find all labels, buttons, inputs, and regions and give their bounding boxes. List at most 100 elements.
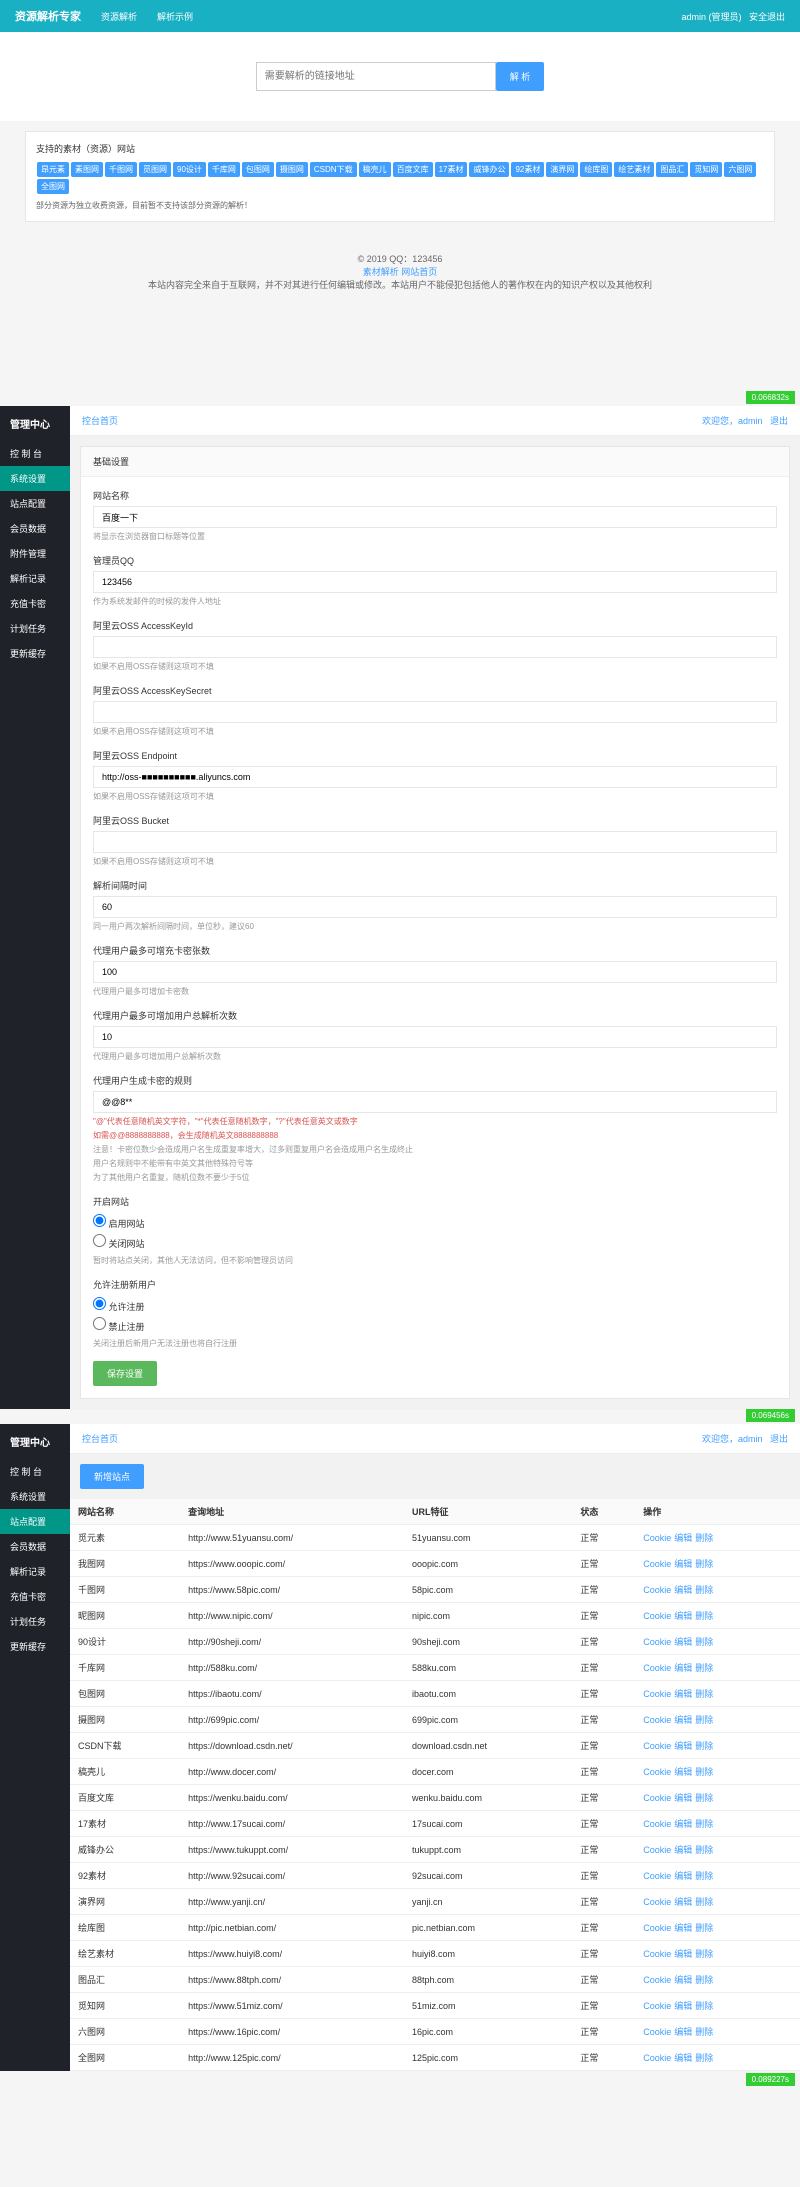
text-input[interactable] [93,506,777,528]
action-删除[interactable]: 删除 [695,1559,713,1569]
action-Cookie[interactable]: Cookie [643,1715,671,1725]
tag[interactable]: 图品汇 [656,162,688,177]
add-site-button[interactable]: 新增站点 [80,1464,144,1489]
action-Cookie[interactable]: Cookie [643,1845,671,1855]
action-删除[interactable]: 删除 [695,1845,713,1855]
sidebar-item[interactable]: 更新缓存 [0,1634,70,1659]
action-删除[interactable]: 删除 [695,1897,713,1907]
tag[interactable]: 百度文库 [393,162,433,177]
sidebar-item[interactable]: 附件管理 [0,541,70,566]
action-编辑[interactable]: 编辑 [674,1871,692,1881]
action-Cookie[interactable]: Cookie [643,1897,671,1907]
action-删除[interactable]: 删除 [695,1663,713,1673]
tag[interactable]: 素图网 [71,162,103,177]
action-删除[interactable]: 删除 [695,1585,713,1595]
action-编辑[interactable]: 编辑 [674,2027,692,2037]
action-删除[interactable]: 删除 [695,1819,713,1829]
action-删除[interactable]: 删除 [695,1793,713,1803]
tag[interactable]: 威锋办公 [469,162,509,177]
action-Cookie[interactable]: Cookie [643,2001,671,2011]
action-编辑[interactable]: 编辑 [674,1793,692,1803]
crumb-logout[interactable]: 退出 [770,1434,788,1444]
action-Cookie[interactable]: Cookie [643,1923,671,1933]
nav-parse[interactable]: 资源解析 [101,10,137,23]
action-Cookie[interactable]: Cookie [643,1975,671,1985]
action-Cookie[interactable]: Cookie [643,2027,671,2037]
tag[interactable]: 昂元素 [37,162,69,177]
action-Cookie[interactable]: Cookie [643,1819,671,1829]
text-input[interactable] [93,571,777,593]
tag[interactable]: 稿壳儿 [359,162,391,177]
tag[interactable]: 六图网 [724,162,756,177]
text-input[interactable] [93,1091,777,1113]
footer-links[interactable]: 素材解析 网站首页 [363,267,438,277]
radio-enable[interactable]: 启用网站 [93,1212,777,1232]
tag[interactable]: 17素材 [435,162,468,177]
action-编辑[interactable]: 编辑 [674,1533,692,1543]
crumb-welcome[interactable]: 欢迎您，admin [702,1434,763,1444]
sidebar-item[interactable]: 计划任务 [0,1609,70,1634]
tag[interactable]: 90设计 [173,162,206,177]
action-编辑[interactable]: 编辑 [674,1845,692,1855]
action-编辑[interactable]: 编辑 [674,1819,692,1829]
sidebar-item[interactable]: 解析记录 [0,1559,70,1584]
tag[interactable]: 绘艺素材 [614,162,654,177]
action-Cookie[interactable]: Cookie [643,1533,671,1543]
tag[interactable]: 觅知网 [690,162,722,177]
action-删除[interactable]: 删除 [695,1533,713,1543]
tag[interactable]: 绘库图 [580,162,612,177]
action-删除[interactable]: 删除 [695,1741,713,1751]
save-button[interactable]: 保存设置 [93,1361,157,1386]
tag[interactable]: CSDN下载 [310,162,357,177]
sidebar-item[interactable]: 会员数据 [0,1534,70,1559]
sidebar-item[interactable]: 充值卡密 [0,1584,70,1609]
action-删除[interactable]: 删除 [695,1767,713,1777]
text-input[interactable] [93,896,777,918]
tag[interactable]: 演界网 [546,162,578,177]
action-Cookie[interactable]: Cookie [643,1793,671,1803]
sidebar-item[interactable]: 系统设置 [0,466,70,491]
action-编辑[interactable]: 编辑 [674,1767,692,1777]
text-input[interactable] [93,766,777,788]
action-编辑[interactable]: 编辑 [674,1741,692,1751]
action-Cookie[interactable]: Cookie [643,1949,671,1959]
action-删除[interactable]: 删除 [695,2053,713,2063]
action-编辑[interactable]: 编辑 [674,1559,692,1569]
nav-example[interactable]: 解析示例 [157,10,193,23]
text-input[interactable] [93,961,777,983]
action-删除[interactable]: 删除 [695,1949,713,1959]
action-删除[interactable]: 删除 [695,1637,713,1647]
crumb-home[interactable]: 控台首页 [82,1432,118,1445]
logout-link[interactable]: 安全退出 [749,12,785,22]
sidebar-item[interactable]: 站点配置 [0,1509,70,1534]
action-Cookie[interactable]: Cookie [643,1637,671,1647]
action-Cookie[interactable]: Cookie [643,1689,671,1699]
tag[interactable]: 全图网 [37,179,69,194]
radio-deny[interactable]: 禁止注册 [93,1315,777,1335]
text-input[interactable] [93,831,777,853]
crumb-home[interactable]: 控台首页 [82,414,118,427]
action-编辑[interactable]: 编辑 [674,2001,692,2011]
action-删除[interactable]: 删除 [695,2027,713,2037]
tag[interactable]: 92素材 [511,162,544,177]
tag[interactable]: 摄图网 [276,162,308,177]
radio-disable[interactable]: 关闭网站 [93,1232,777,1252]
action-编辑[interactable]: 编辑 [674,1949,692,1959]
action-删除[interactable]: 删除 [695,1871,713,1881]
crumb-welcome[interactable]: 欢迎您，admin [702,416,763,426]
action-Cookie[interactable]: Cookie [643,1767,671,1777]
user-info[interactable]: admin (管理员) [681,12,741,22]
action-编辑[interactable]: 编辑 [674,1585,692,1595]
radio-allow[interactable]: 允许注册 [93,1295,777,1315]
search-input[interactable] [256,62,496,91]
action-Cookie[interactable]: Cookie [643,1611,671,1621]
text-input[interactable] [93,1026,777,1048]
parse-button[interactable]: 解 析 [496,62,545,91]
action-删除[interactable]: 删除 [695,2001,713,2011]
action-编辑[interactable]: 编辑 [674,1611,692,1621]
action-删除[interactable]: 删除 [695,1611,713,1621]
action-编辑[interactable]: 编辑 [674,1637,692,1647]
crumb-logout[interactable]: 退出 [770,416,788,426]
text-input[interactable] [93,636,777,658]
action-Cookie[interactable]: Cookie [643,1585,671,1595]
